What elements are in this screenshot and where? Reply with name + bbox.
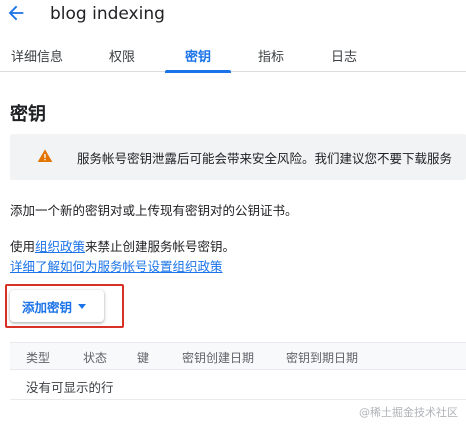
add-key-label: 添加密钥	[22, 299, 73, 315]
table-empty-row: 没有可显示的行	[10, 370, 466, 400]
column-header-expires[interactable]: 密钥到期日期	[286, 349, 358, 366]
tab-details[interactable]: 详细信息	[10, 38, 64, 72]
watermark: @稀土掘金技术社区	[359, 406, 458, 419]
intro-text: 添加一个新的密钥对或上传现有密钥对的公钥证书。	[10, 203, 298, 218]
tab-keys[interactable]: 密钥	[165, 38, 231, 73]
tab-metrics[interactable]: 指标	[257, 38, 285, 72]
page-title: blog indexing	[50, 4, 165, 24]
tab-bar: 详细信息 权限 密钥 指标 日志	[0, 38, 466, 73]
back-button[interactable]	[5, 2, 27, 24]
column-header-status[interactable]: 状态	[83, 349, 107, 366]
empty-message: 没有可显示的行	[26, 380, 114, 395]
top-bar: blog indexing	[0, 0, 466, 32]
warning-banner: 服务帐号密钥泄露后可能会带来安全风险。我们建议您不要下载服务	[10, 134, 466, 180]
tab-logs[interactable]: 日志	[330, 38, 358, 72]
section-title: 密钥	[10, 104, 46, 125]
policy-text: 使用组织政策来禁止创建服务帐号密钥。	[10, 236, 235, 255]
arrow-left-icon	[8, 5, 24, 21]
column-header-type[interactable]: 类型	[26, 349, 50, 366]
column-header-key[interactable]: 键	[137, 349, 149, 366]
warning-icon	[37, 149, 53, 162]
policy-suffix: 来禁止创建服务帐号密钥。	[85, 239, 236, 254]
tab-permissions[interactable]: 权限	[108, 38, 136, 72]
caret-down-icon	[78, 303, 87, 309]
learn-more-link[interactable]: 详细了解如何为服务帐号设置组织政策	[10, 259, 223, 274]
column-header-created[interactable]: 密钥创建日期	[182, 349, 254, 366]
keys-table: 类型 状态 键 密钥创建日期 密钥到期日期 没有可显示的行	[10, 342, 466, 400]
learn-more: 详细了解如何为服务帐号设置组织政策	[10, 256, 223, 275]
org-policy-link[interactable]: 组织政策	[35, 239, 85, 254]
warning-text: 服务帐号密钥泄露后可能会带来安全风险。我们建议您不要下载服务	[77, 151, 453, 166]
table-header: 类型 状态 键 密钥创建日期 密钥到期日期	[10, 342, 466, 370]
policy-prefix: 使用	[10, 239, 36, 254]
add-key-button[interactable]: 添加密钥	[10, 290, 104, 322]
